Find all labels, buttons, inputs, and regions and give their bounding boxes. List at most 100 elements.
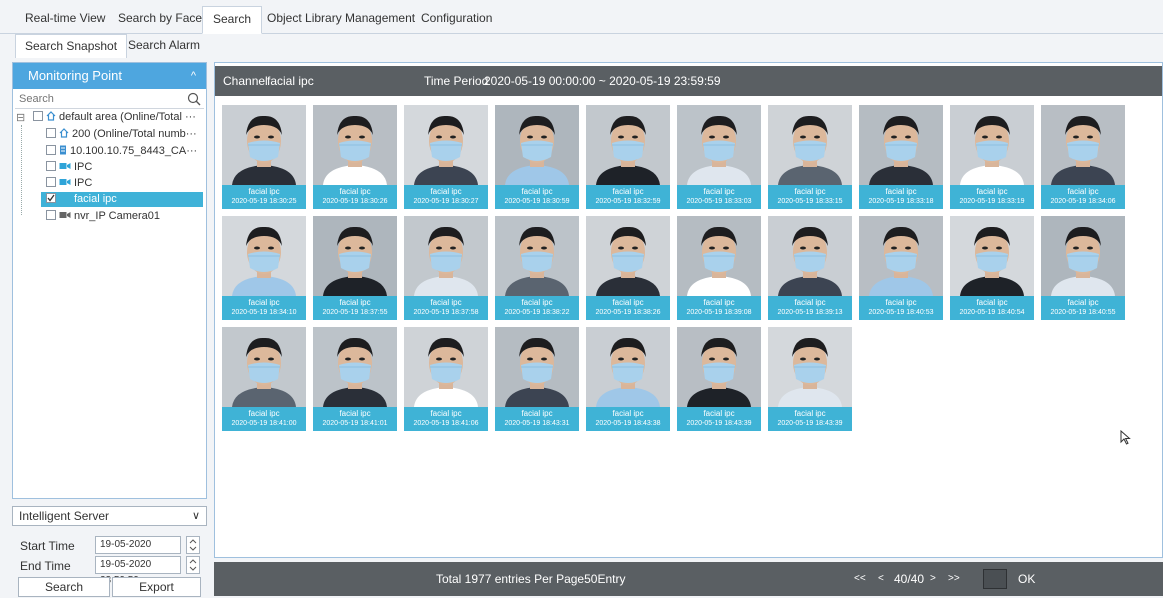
- search-icon[interactable]: [187, 92, 201, 106]
- snapshot-card[interactable]: facial ipc 2020-05-19 18:43:39: [768, 327, 852, 431]
- snapshot-time: 2020-05-19 18:34:06: [1050, 198, 1116, 205]
- time-period-value: 2020-05-19 00:00:00 ~ 2020-05-19 23:59:5…: [484, 74, 721, 88]
- last-page-button[interactable]: >>: [948, 562, 960, 596]
- snapshot-card[interactable]: facial ipc 2020-05-19 18:37:58: [404, 216, 488, 320]
- checkbox[interactable]: [33, 111, 43, 122]
- snapshot-card[interactable]: facial ipc 2020-05-19 18:41:01: [313, 327, 397, 431]
- snapshot-card[interactable]: facial ipc 2020-05-19 18:33:15: [768, 105, 852, 209]
- face-snapshot-image: [859, 105, 943, 185]
- snapshot-channel: facial ipc: [703, 187, 735, 196]
- snapshot-channel: facial ipc: [885, 187, 917, 196]
- tree-item-200[interactable]: 200 (Online/Total numb···: [46, 127, 205, 142]
- checkbox[interactable]: [46, 145, 56, 156]
- snapshot-card[interactable]: facial ipc 2020-05-19 18:33:19: [950, 105, 1034, 209]
- snapshot-channel: facial ipc: [703, 298, 735, 307]
- channel-label: Channel: [223, 74, 268, 88]
- face-snapshot-image: [404, 105, 488, 185]
- tab-configuration[interactable]: Configuration: [411, 6, 502, 34]
- snapshot-time: 2020-05-19 18:37:58: [413, 309, 479, 316]
- snapshot-caption: facial ipc 2020-05-19 18:33:03: [677, 185, 761, 209]
- search-button[interactable]: Search: [18, 577, 110, 597]
- start-time-spinner[interactable]: [186, 536, 200, 554]
- snapshot-channel: facial ipc: [794, 187, 826, 196]
- snapshot-channel: facial ipc: [703, 409, 735, 418]
- tree-item-ipc-1[interactable]: IPC: [46, 160, 205, 175]
- prev-page-button[interactable]: <: [878, 562, 884, 596]
- home-icon: [46, 111, 56, 121]
- tree-label: default area (Online/Total ···: [59, 111, 196, 123]
- checkbox[interactable]: [46, 177, 56, 188]
- search-input[interactable]: [15, 91, 185, 107]
- snapshot-card[interactable]: facial ipc 2020-05-19 18:33:18: [859, 105, 943, 209]
- snapshot-card[interactable]: facial ipc 2020-05-19 18:40:55: [1041, 216, 1125, 320]
- snapshot-card[interactable]: facial ipc 2020-05-19 18:30:25: [222, 105, 306, 209]
- tab-object-library-management[interactable]: Object Library Management: [257, 6, 425, 34]
- snapshot-card[interactable]: facial ipc 2020-05-19 18:39:08: [677, 216, 761, 320]
- snapshot-card[interactable]: facial ipc 2020-05-19 18:40:53: [859, 216, 943, 320]
- snapshot-channel: facial ipc: [339, 187, 371, 196]
- tab-search-by-face[interactable]: Search by Face: [108, 6, 212, 34]
- device-search: [15, 91, 204, 109]
- tree-item-nvr-ip-camera[interactable]: nvr_IP Camera01: [46, 209, 205, 224]
- snapshot-card[interactable]: facial ipc 2020-05-19 18:30:27: [404, 105, 488, 209]
- checkbox[interactable]: [46, 210, 56, 221]
- tab-search[interactable]: Search: [202, 6, 263, 34]
- snapshot-card[interactable]: facial ipc 2020-05-19 18:41:00: [222, 327, 306, 431]
- snapshot-card[interactable]: facial ipc 2020-05-19 18:38:22: [495, 216, 579, 320]
- snapshot-time: 2020-05-19 18:43:39: [686, 420, 752, 427]
- next-page-button[interactable]: >: [930, 562, 936, 596]
- snapshot-card[interactable]: facial ipc 2020-05-19 18:37:55: [313, 216, 397, 320]
- check-icon: [47, 194, 55, 202]
- end-time-spinner[interactable]: [186, 556, 200, 574]
- tree-item-facial-ipc[interactable]: facial ipc: [41, 192, 203, 207]
- tree-collapse-icon[interactable]: ⊟: [16, 111, 26, 126]
- snapshot-card[interactable]: facial ipc 2020-05-19 18:33:03: [677, 105, 761, 209]
- snapshot-card[interactable]: facial ipc 2020-05-19 18:34:06: [1041, 105, 1125, 209]
- ok-button[interactable]: OK: [1018, 562, 1035, 596]
- snapshot-time: 2020-05-19 18:33:03: [686, 198, 752, 205]
- tab-search-alarm[interactable]: Search Alarm: [119, 34, 209, 58]
- snapshot-card[interactable]: facial ipc 2020-05-19 18:40:54: [950, 216, 1034, 320]
- camera-icon: [59, 163, 71, 170]
- snapshot-caption: facial ipc 2020-05-19 18:40:53: [859, 296, 943, 320]
- face-snapshot-image: [859, 216, 943, 296]
- tree-item-default-area[interactable]: default area (Online/Total ···: [33, 110, 205, 125]
- tree-item-ipc-2[interactable]: IPC: [46, 176, 205, 191]
- snapshot-card[interactable]: facial ipc 2020-05-19 18:32:59: [586, 105, 670, 209]
- chevron-up-icon[interactable]: ^: [191, 63, 196, 89]
- face-snapshot-image: [1041, 105, 1125, 185]
- panel-title: Monitoring Point: [28, 68, 122, 83]
- snapshot-channel: facial ipc: [1067, 298, 1099, 307]
- checkbox-checked[interactable]: [46, 193, 56, 204]
- snapshot-card[interactable]: facial ipc 2020-05-19 18:43:38: [586, 327, 670, 431]
- snapshot-card[interactable]: facial ipc 2020-05-19 18:41:06: [404, 327, 488, 431]
- start-time-field[interactable]: 19-05-2020 00:00:00: [95, 536, 181, 566]
- snapshot-time: 2020-05-19 18:40:53: [868, 309, 934, 316]
- snapshot-card[interactable]: facial ipc 2020-05-19 18:30:59: [495, 105, 579, 209]
- snapshot-card[interactable]: facial ipc 2020-05-19 18:43:31: [495, 327, 579, 431]
- monitoring-point-header[interactable]: Monitoring Point ^: [13, 63, 206, 89]
- snapshot-card[interactable]: facial ipc 2020-05-19 18:39:13: [768, 216, 852, 320]
- export-button[interactable]: Export: [112, 577, 201, 597]
- camera-offline-icon: [59, 212, 71, 219]
- snapshot-time: 2020-05-19 18:30:25: [231, 198, 297, 205]
- page-number-input[interactable]: [983, 569, 1007, 589]
- main-tab-bar: Real-time View Search by Face Search Obj…: [0, 0, 1163, 34]
- channel-value: facial ipc: [267, 74, 314, 88]
- tree-item-nvr-address[interactable]: 10.100.10.75_8443_CA···: [46, 144, 205, 159]
- snapshot-card[interactable]: facial ipc 2020-05-19 18:43:39: [677, 327, 761, 431]
- checkbox[interactable]: [46, 161, 56, 172]
- snapshot-channel: facial ipc: [1067, 187, 1099, 196]
- checkbox[interactable]: [46, 128, 56, 139]
- intelligent-server-select[interactable]: Intelligent Server ∨: [12, 506, 207, 526]
- snapshot-card[interactable]: facial ipc 2020-05-19 18:38:26: [586, 216, 670, 320]
- tab-real-time-view[interactable]: Real-time View: [15, 6, 115, 34]
- face-snapshot-image: [404, 216, 488, 296]
- snapshot-card[interactable]: facial ipc 2020-05-19 18:34:10: [222, 216, 306, 320]
- face-snapshot-image: [586, 327, 670, 407]
- first-page-button[interactable]: <<: [854, 562, 866, 596]
- tab-search-snapshot[interactable]: Search Snapshot: [15, 34, 128, 58]
- snapshot-channel: facial ipc: [885, 298, 917, 307]
- end-time-field[interactable]: 19-05-2020 23:59:59: [95, 556, 181, 586]
- snapshot-card[interactable]: facial ipc 2020-05-19 18:30:26: [313, 105, 397, 209]
